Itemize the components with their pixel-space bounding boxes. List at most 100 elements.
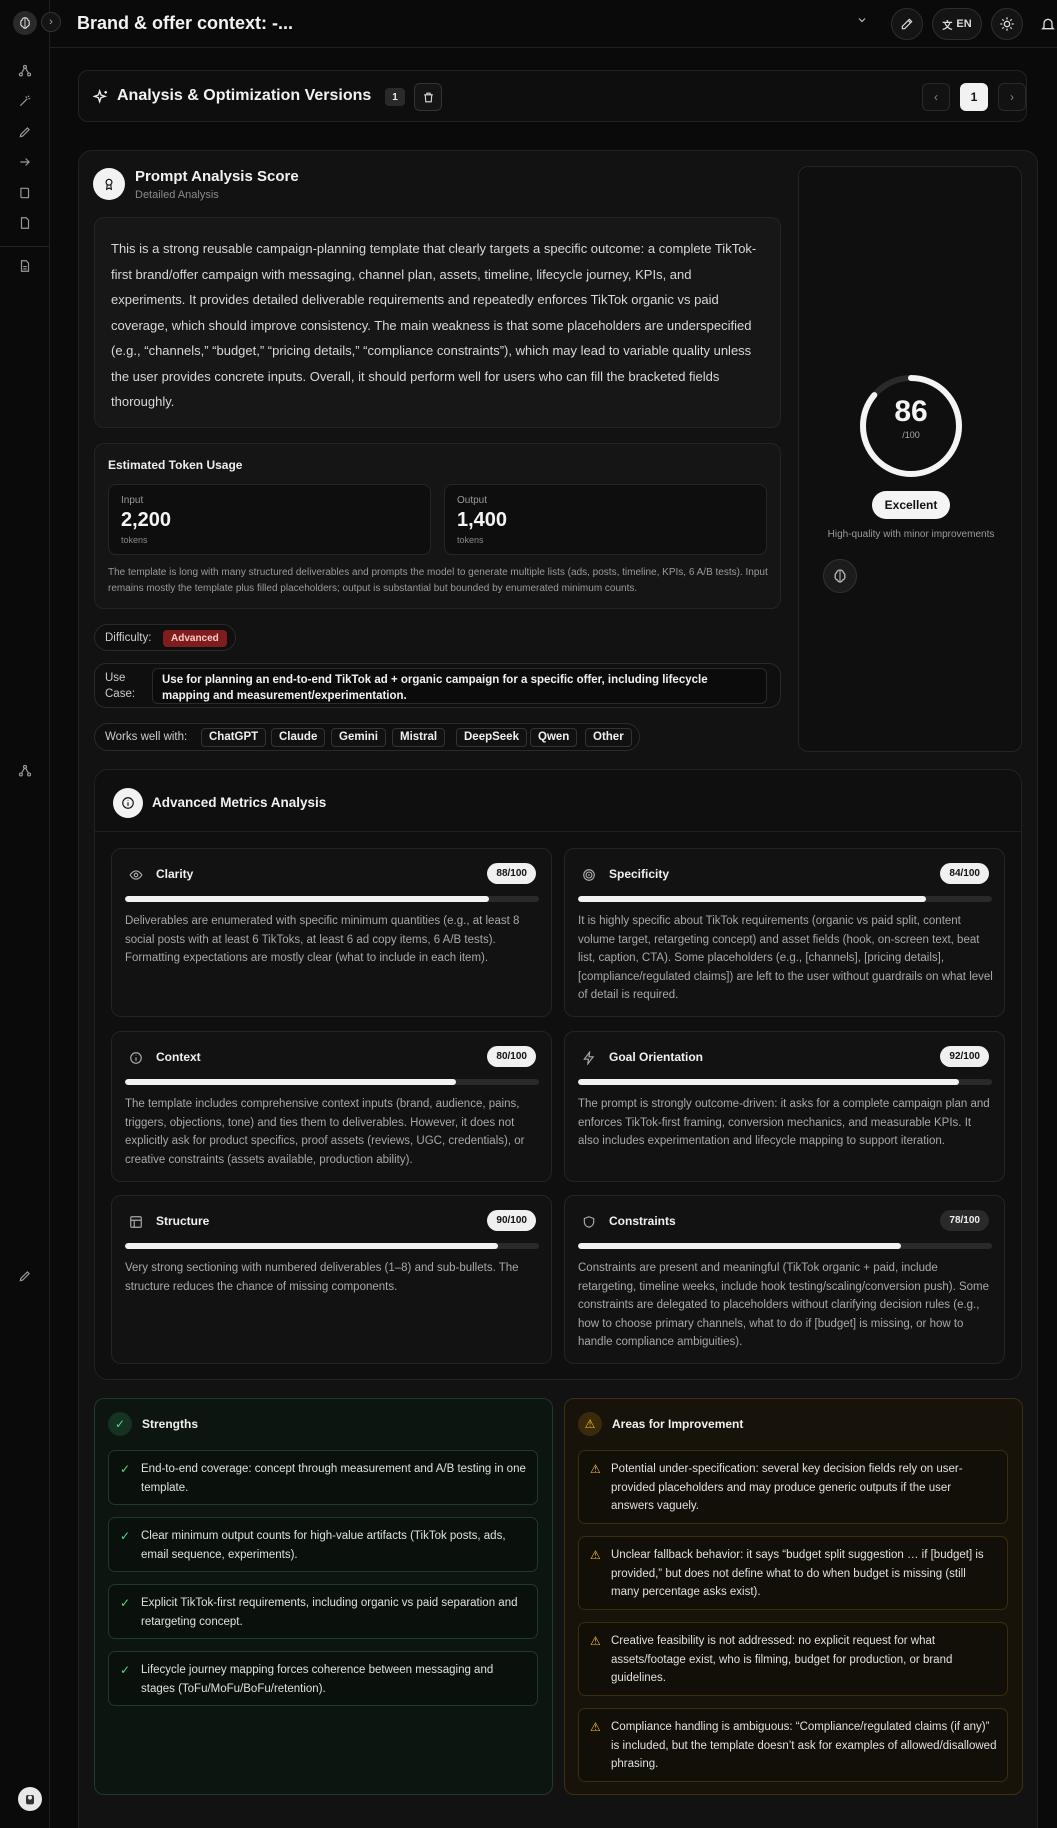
strength-text: End-to-end coverage: concept through mea… [141,1463,526,1494]
sidebar: › [0,0,61,1828]
score-gauge: 86 /100 [858,373,964,479]
sidebar-item-workflows[interactable] [16,62,34,80]
warning-icon: ⚠ [590,1462,601,1476]
prev-page-button[interactable]: ‹ [922,83,950,111]
metric-score-badge: 90/100 [487,1210,536,1231]
trash-icon [423,92,433,102]
metric-progress-bar [578,1079,992,1085]
metric-score-badge: 88/100 [487,863,536,884]
sidebar-item-files[interactable] [16,257,34,275]
strength-text: Lifecycle journey mapping forces coheren… [141,1664,494,1695]
sidebar-item-documents[interactable] [16,214,34,232]
top-header: Brand & offer context: -... 文 EN [50,0,1057,48]
check-icon: ✓ [120,1529,131,1543]
metric-score-badge: 84/100 [940,863,989,884]
metric-progress-bar [125,896,539,902]
metric-description: Very strong sectioning with numbered del… [125,1262,519,1293]
avatar-figure-icon [26,1795,34,1805]
difficulty-pill: Difficulty: Advanced [94,624,236,651]
delete-version-button[interactable] [414,83,442,111]
compatible-models: Works well with: ChatGPT Claude Gemini M… [94,723,640,751]
sidebar-divider [0,246,50,247]
improvement-text: Creative feasibility is not addressed: n… [611,1635,953,1684]
metric-description: The template includes comprehensive cont… [125,1098,525,1166]
edit-icon [901,18,913,30]
works-well-label: Works well with: [105,731,188,743]
translate-icon: 文 [942,20,953,32]
metric-progress-bar [578,896,992,902]
metric-score-badge: 80/100 [487,1046,536,1067]
sidebar-expand-button[interactable]: › [41,12,61,32]
input-token-value: 2,200 [121,509,172,531]
model-tag: Mistral [392,728,446,747]
metric-card-specificity: Specificity 84/100 It is highly specific… [564,848,1005,1017]
nodes-icon [18,764,32,777]
metric-card-context: Context 80/100 The template includes com… [111,1031,552,1182]
versions-title: Analysis & Optimization Versions [117,87,372,104]
app-logo[interactable] [13,11,37,35]
strength-text: Clear minimum output counts for high-val… [141,1530,506,1561]
metric-progress-bar [125,1243,539,1249]
metric-progress-fill [578,896,926,902]
input-token-label: Input [121,495,144,506]
model-tag: DeepSeek [456,728,527,747]
versions-bar: Analysis & Optimization Versions 1 ‹ 1 › [78,70,1027,122]
theme-toggle-button[interactable] [991,8,1023,40]
magic-wand-icon [19,95,31,107]
analysis-subtitle: Detailed Analysis [135,189,219,201]
sidebar-item-magic[interactable] [16,92,34,110]
analysis-summary: This is a strong reusable campaign-plann… [94,217,781,428]
input-token-unit: tokens [121,535,148,545]
improvement-item: ⚠ Potential under-specification: several… [578,1450,1008,1524]
strengths-title: Strengths [142,1417,199,1431]
language-button[interactable]: 文 EN [932,8,982,40]
strengths-card: ✓ Strengths ✓ End-to-end coverage: conce… [94,1398,553,1795]
metric-card-constraints: Constraints 78/100 Constraints are prese… [564,1195,1005,1364]
sidebar-item-edit[interactable] [16,123,34,141]
file-text-icon [20,260,30,272]
user-avatar[interactable] [18,1787,42,1811]
target-icon [582,868,596,882]
nodes-icon [18,64,32,77]
improvement-text: Potential under-specification: several k… [611,1463,963,1512]
output-token-value: 1,400 [457,509,508,531]
strength-text: Explicit TikTok-first requirements, incl… [141,1597,518,1628]
warning-icon: ⚠ [590,1634,601,1648]
sidebar-item-network[interactable] [16,762,34,780]
token-usage-title: Estimated Token Usage [108,458,243,472]
award-icon [93,168,125,200]
input-token-card: Input 2,200 tokens [108,484,431,555]
sidebar-item-compose[interactable] [16,1267,34,1285]
layout-icon [129,1215,143,1229]
check-icon: ✓ [120,1462,131,1476]
bell-icon[interactable] [1040,16,1056,37]
brain-logo-icon [834,569,846,583]
next-page-button[interactable]: › [998,83,1026,111]
eye-icon [129,868,143,882]
model-tag: Claude [271,728,326,747]
warning-icon: ⚠ [590,1548,601,1562]
improvement-text: Unclear fallback behavior: it says “budg… [611,1549,984,1598]
sidebar-item-library[interactable] [16,184,34,202]
check-icon: ✓ [120,1596,131,1610]
improvement-item: ⚠ Compliance handling is ambiguous: “Com… [578,1708,1008,1782]
metric-name: Specificity [609,867,670,881]
strength-item: ✓ Explicit TikTok-first requirements, in… [108,1584,538,1639]
metrics-divider [95,831,1021,832]
score-max: /100 [902,430,920,440]
metric-name: Constraints [609,1214,676,1228]
strength-item: ✓ Clear minimum output counts for high-v… [108,1517,538,1572]
warning-icon: ⚠ [578,1412,602,1436]
metric-progress-bar [125,1079,539,1085]
sidebar-item-forward[interactable] [16,153,34,171]
model-tag: Gemini [331,728,386,747]
file-icon [20,217,30,229]
sparkles-icon [92,88,109,110]
chevron-down-icon[interactable] [856,14,868,29]
current-page-button[interactable]: 1 [960,83,988,111]
metric-name: Clarity [156,867,194,881]
warning-icon: ⚠ [590,1720,601,1734]
metric-name: Structure [156,1214,210,1228]
edit-button[interactable] [891,8,923,40]
metric-progress-fill [578,1079,959,1085]
